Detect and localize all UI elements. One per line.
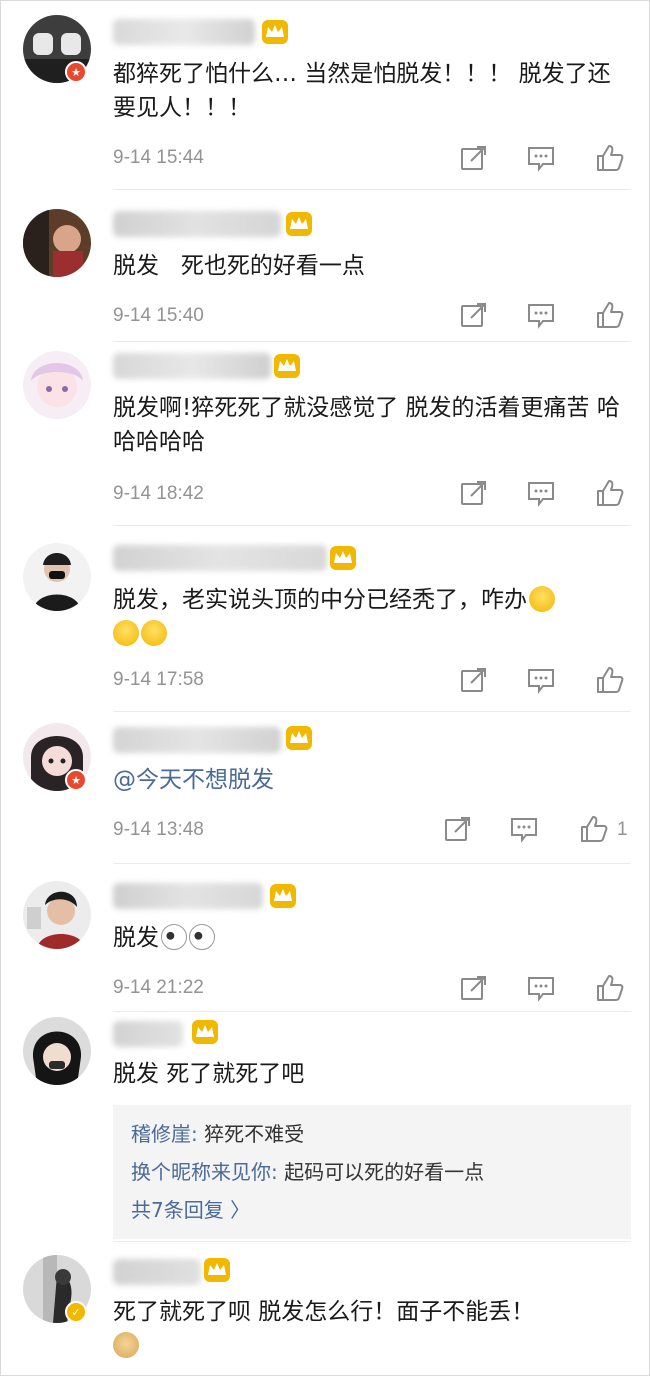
- avatar[interactable]: [23, 881, 91, 949]
- username-blurred[interactable]: [113, 211, 281, 237]
- crying-emoji-icon: [141, 620, 167, 646]
- avatar[interactable]: [23, 209, 91, 277]
- repost-icon[interactable]: [459, 973, 489, 1003]
- comment-text: 脱发 死也死的好看一点: [113, 253, 365, 279]
- avatar[interactable]: [23, 1017, 91, 1085]
- avatar[interactable]: [23, 351, 91, 419]
- like-count: 1: [617, 819, 628, 840]
- reply-item[interactable]: 换个昵称来见你: 起码可以死的好看一点: [131, 1153, 613, 1191]
- reply-author[interactable]: 换个昵称来见你:: [131, 1160, 278, 1184]
- comment-list: ★ 都猝死了怕什么… 当然是怕脱发！！！ 脱发了还要见人！！！ 9-14 15:…: [0, 0, 650, 1376]
- comment-text-content: 脱发，老实说头顶的中分已经秃了，咋办: [113, 587, 527, 613]
- more-replies-link[interactable]: 共7条回复 〉: [131, 1191, 613, 1229]
- panda-emoji-icon: [189, 924, 215, 950]
- username-blurred[interactable]: [113, 1259, 201, 1285]
- comment-time: 9-14 15:44: [113, 147, 204, 168]
- username-blurred[interactable]: [113, 1021, 183, 1047]
- panda-emoji-icon: [161, 924, 187, 950]
- repost-icon[interactable]: [459, 143, 489, 173]
- verified-badge-icon: ★: [65, 769, 87, 791]
- comment-time: 9-14 15:40: [113, 305, 204, 326]
- comment-text: 死了就死了呗 脱发怎么行！面子不能丢！: [113, 1295, 623, 1363]
- divider: [113, 525, 631, 526]
- comment-text: 脱发，老实说头顶的中分已经秃了，咋办: [113, 583, 629, 651]
- comment-text-content: 死了就死了呗 脱发怎么行！面子不能丢！: [113, 1299, 535, 1325]
- comment-time: 9-14 13:48: [113, 819, 204, 840]
- like-icon[interactable]: [595, 478, 625, 508]
- crown-icon: [270, 884, 296, 908]
- comment-icon[interactable]: [526, 478, 556, 508]
- comment-time: 9-14 18:42: [113, 483, 204, 504]
- divider: [113, 189, 631, 190]
- crown-icon: [274, 354, 300, 378]
- like-icon[interactable]: [595, 665, 625, 695]
- comment-time: 9-14 17:58: [113, 669, 204, 690]
- crown-icon: [286, 726, 312, 750]
- reply-author[interactable]: 稽修崖:: [131, 1122, 198, 1146]
- username-blurred[interactable]: [113, 545, 327, 571]
- divider: [113, 863, 631, 864]
- comment-time: 9-14 21:22: [113, 977, 204, 998]
- vip-badge-icon: ✓: [65, 1301, 87, 1323]
- comment-icon[interactable]: [526, 973, 556, 1003]
- comment-icon[interactable]: [526, 665, 556, 695]
- crown-icon: [330, 546, 356, 570]
- comment-icon[interactable]: [526, 300, 556, 330]
- repost-icon[interactable]: [459, 665, 489, 695]
- crown-icon: [286, 212, 312, 236]
- repost-icon[interactable]: [443, 814, 473, 844]
- username-blurred[interactable]: [113, 883, 263, 909]
- comment-text: 脱发啊!猝死死了就没感觉了 脱发的活着更痛苦 哈哈哈哈哈: [113, 395, 620, 455]
- mention-link[interactable]: @今天不想脱发: [113, 763, 623, 797]
- reply-box: 稽修崖: 猝死不难受 换个昵称来见你: 起码可以死的好看一点 共7条回复 〉: [113, 1105, 631, 1239]
- crown-icon: [262, 20, 288, 44]
- divider: [113, 1241, 631, 1242]
- divider: [113, 1011, 631, 1012]
- crown-icon: [204, 1258, 230, 1282]
- username-blurred[interactable]: [113, 353, 271, 379]
- verified-badge-icon: ★: [65, 61, 87, 83]
- crown-icon: [192, 1020, 218, 1044]
- comment-icon[interactable]: [509, 814, 539, 844]
- crying-emoji-icon: [113, 620, 139, 646]
- doge-emoji-icon: [113, 1332, 139, 1358]
- comment-text-content: 脱发: [113, 925, 159, 951]
- reply-text: 起码可以死的好看一点: [277, 1160, 485, 1184]
- avatar[interactable]: [23, 543, 91, 611]
- repost-icon[interactable]: [459, 300, 489, 330]
- divider: [113, 341, 631, 342]
- reply-item[interactable]: 稽修崖: 猝死不难受: [131, 1115, 613, 1153]
- comment-icon[interactable]: [526, 143, 556, 173]
- comment-text: 都猝死了怕什么… 当然是怕脱发！！！ 脱发了还要见人！！！: [113, 61, 611, 121]
- repost-icon[interactable]: [459, 478, 489, 508]
- username-blurred[interactable]: [113, 727, 281, 753]
- like-icon[interactable]: [595, 300, 625, 330]
- like-icon[interactable]: [595, 973, 625, 1003]
- like-icon[interactable]: [579, 814, 609, 844]
- username-blurred[interactable]: [113, 19, 255, 45]
- divider: [113, 711, 631, 712]
- crying-emoji-icon: [529, 586, 555, 612]
- comment-text: 脱发: [113, 921, 623, 955]
- comment-text: 脱发 死了就死了吧: [113, 1061, 305, 1087]
- like-icon[interactable]: [595, 143, 625, 173]
- reply-text: 猝死不难受: [197, 1122, 305, 1146]
